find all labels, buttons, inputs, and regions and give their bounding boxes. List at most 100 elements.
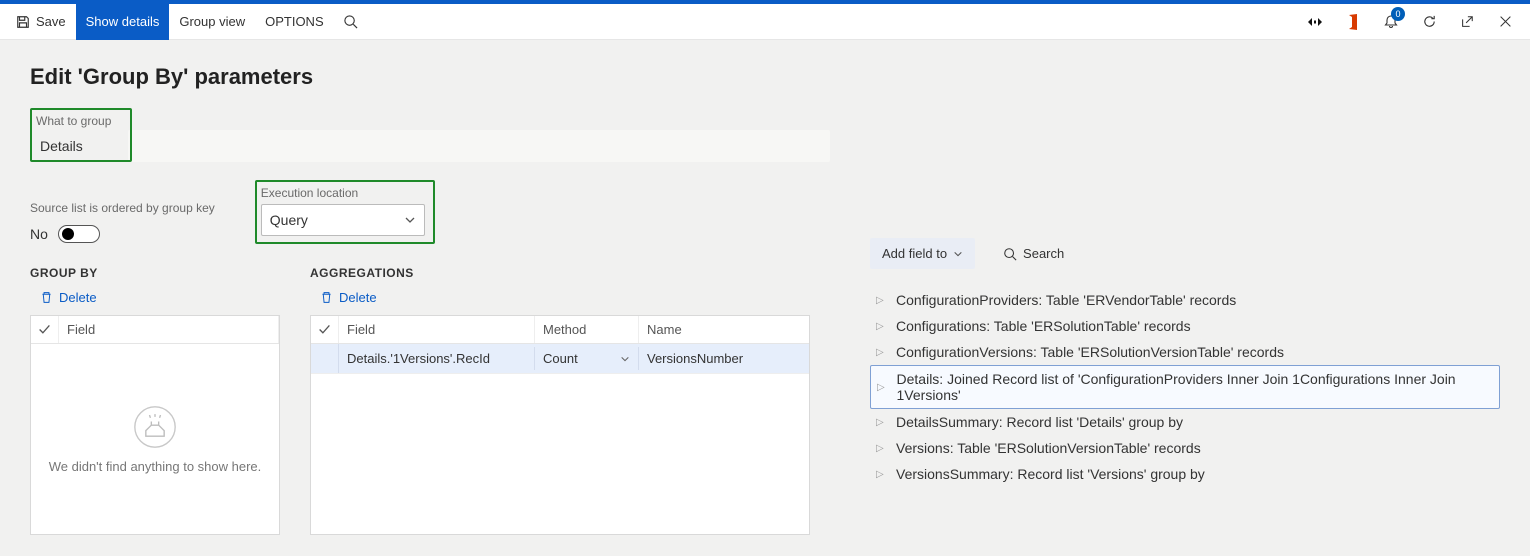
expand-caret-icon[interactable]: ▷ [876,443,886,454]
search-tree-button[interactable]: Search [991,238,1076,269]
trash-icon [40,291,53,304]
source-ordered-label: Source list is ordered by group key [30,201,215,215]
aggregations-row-method-cell[interactable]: Count [535,347,639,370]
what-to-group-highlight: What to group Details [30,108,132,162]
aggregations-section: AGGREGATIONS Delete Field Method Name [310,266,810,535]
expand-caret-icon[interactable]: ▷ [876,321,886,332]
source-ordered-value: No [30,226,48,242]
group-view-button[interactable]: Group view [169,4,255,40]
aggregations-row-check[interactable] [311,344,339,373]
show-details-label: Show details [86,14,160,29]
office-icon-button[interactable] [1336,4,1370,40]
tree-item-label: Configurations: Table 'ERSolutionTable' … [896,318,1191,334]
aggregations-delete-label: Delete [339,290,377,305]
group-view-label: Group view [179,14,245,29]
aggregations-heading: AGGREGATIONS [310,266,810,280]
notifications-button[interactable]: 0 [1374,4,1408,40]
refresh-button[interactable] [1412,4,1446,40]
search-tree-label: Search [1023,246,1064,261]
close-icon [1499,15,1512,28]
groupby-empty-state: We didn't find anything to show here. [31,344,279,534]
tree-item-label: Versions: Table 'ERSolutionVersionTable'… [896,440,1201,456]
tree-item[interactable]: ▷ Versions: Table 'ERSolutionVersionTable… [870,435,1500,461]
expand-caret-icon[interactable]: ▷ [876,469,886,480]
left-pane: Edit 'Group By' parameters What to group… [30,64,830,532]
popout-button[interactable] [1450,4,1484,40]
expand-caret-icon[interactable]: ▷ [877,382,887,393]
options-button[interactable]: OPTIONS [255,4,334,40]
source-ordered-group: Source list is ordered by group key No [30,201,215,244]
tree-item[interactable]: ▷Details: Joined Record list of 'Configu… [870,365,1500,409]
office-icon [1346,14,1360,30]
aggregations-grid: Field Method Name Details.'1Versions'.Re… [310,315,810,535]
expand-caret-icon[interactable]: ▷ [876,347,886,358]
popout-icon [1460,15,1474,29]
chevron-down-icon [404,214,416,226]
groupby-grid: Field We didn't find anything to show he… [30,315,280,535]
connector-icon [1307,17,1323,27]
execution-location-dropdown[interactable]: Query [261,204,425,236]
expand-caret-icon[interactable]: ▷ [876,295,886,306]
what-to-group-value[interactable]: Details [36,132,126,154]
what-to-group-label: What to group [36,114,126,128]
source-ordered-toggle[interactable] [58,225,100,243]
save-button-label: Save [36,14,66,29]
execution-location-label: Execution location [261,186,429,200]
groupby-field-header[interactable]: Field [59,316,279,343]
close-button[interactable] [1488,4,1522,40]
check-icon [38,323,51,336]
aggregations-name-header[interactable]: Name [639,316,809,343]
execution-location-value: Query [270,212,308,228]
toolbar-right-group: 0 [1298,4,1530,40]
tree-item[interactable]: ▷ConfigurationProviders: Table 'ERVendor… [870,287,1500,313]
tree-item-label: DetailsSummary: Record list 'Details' gr… [896,414,1183,430]
datasource-tree: ▷ConfigurationProviders: Table 'ERVendor… [870,287,1500,487]
right-toolbar: Add field to Search [870,238,1500,269]
add-field-to-button[interactable]: Add field to [870,238,975,269]
empty-box-icon [133,405,177,449]
aggregations-check-header[interactable] [311,316,339,343]
toggle-thumb [62,228,74,240]
right-pane: Add field to Search ▷ConfigurationProvid… [830,64,1500,532]
tree-item[interactable]: ▷ VersionsSummary: Record list 'Versions'… [870,461,1500,487]
notification-badge: 0 [1391,7,1405,21]
trash-icon [320,291,333,304]
aggregations-row-name[interactable]: VersionsNumber [639,347,809,370]
aggregations-row-method: Count [543,351,578,366]
tree-item[interactable]: ▷ DetailsSummary: Record list 'Details' g… [870,409,1500,435]
expand-caret-icon[interactable]: ▷ [876,417,886,428]
top-toolbar: Save Show details Group view OPTIONS 0 [0,4,1530,40]
options-label: OPTIONS [265,14,324,29]
save-button[interactable]: Save [6,4,76,40]
tree-item[interactable]: ▷ ConfigurationVersions: Table 'ERSolutio… [870,339,1500,365]
search-icon [1003,247,1017,261]
groupby-check-header[interactable] [31,316,59,343]
what-to-group-input-extension[interactable] [128,130,830,162]
groupby-section: GROUP BY Delete Field [30,266,280,535]
chevron-down-icon [620,354,630,364]
aggregations-method-header[interactable]: Method [535,316,639,343]
search-toolbar-button[interactable] [334,4,368,40]
check-icon [318,323,331,336]
show-details-button[interactable]: Show details [76,4,170,40]
search-icon [343,14,358,29]
chevron-down-icon [953,249,963,259]
aggregations-row-field[interactable]: Details.'1Versions'.RecId [339,347,535,370]
main-content: Edit 'Group By' parameters What to group… [0,40,1530,556]
groupby-heading: GROUP BY [30,266,280,280]
toolbar-left-group: Save Show details Group view OPTIONS [6,4,368,40]
tree-item[interactable]: ▷ Configurations: Table 'ERSolutionTable'… [870,313,1500,339]
aggregations-field-header[interactable]: Field [339,316,535,343]
save-icon [16,15,30,29]
connector-icon-button[interactable] [1298,4,1332,40]
tree-item-label: ConfigurationVersions: Table 'ERSolution… [896,344,1284,360]
groupby-delete-button[interactable]: Delete [40,290,97,305]
tree-item-label: VersionsSummary: Record list 'Versions' … [896,466,1205,482]
aggregations-row[interactable]: Details.'1Versions'.RecId Count Versions… [311,344,809,374]
add-field-to-label: Add field to [882,246,947,261]
refresh-icon [1422,14,1437,29]
groupby-delete-label: Delete [59,290,97,305]
aggregations-delete-button[interactable]: Delete [320,290,377,305]
groupby-empty-text: We didn't find anything to show here. [49,459,262,474]
execution-location-highlight: Execution location Query [255,180,435,244]
